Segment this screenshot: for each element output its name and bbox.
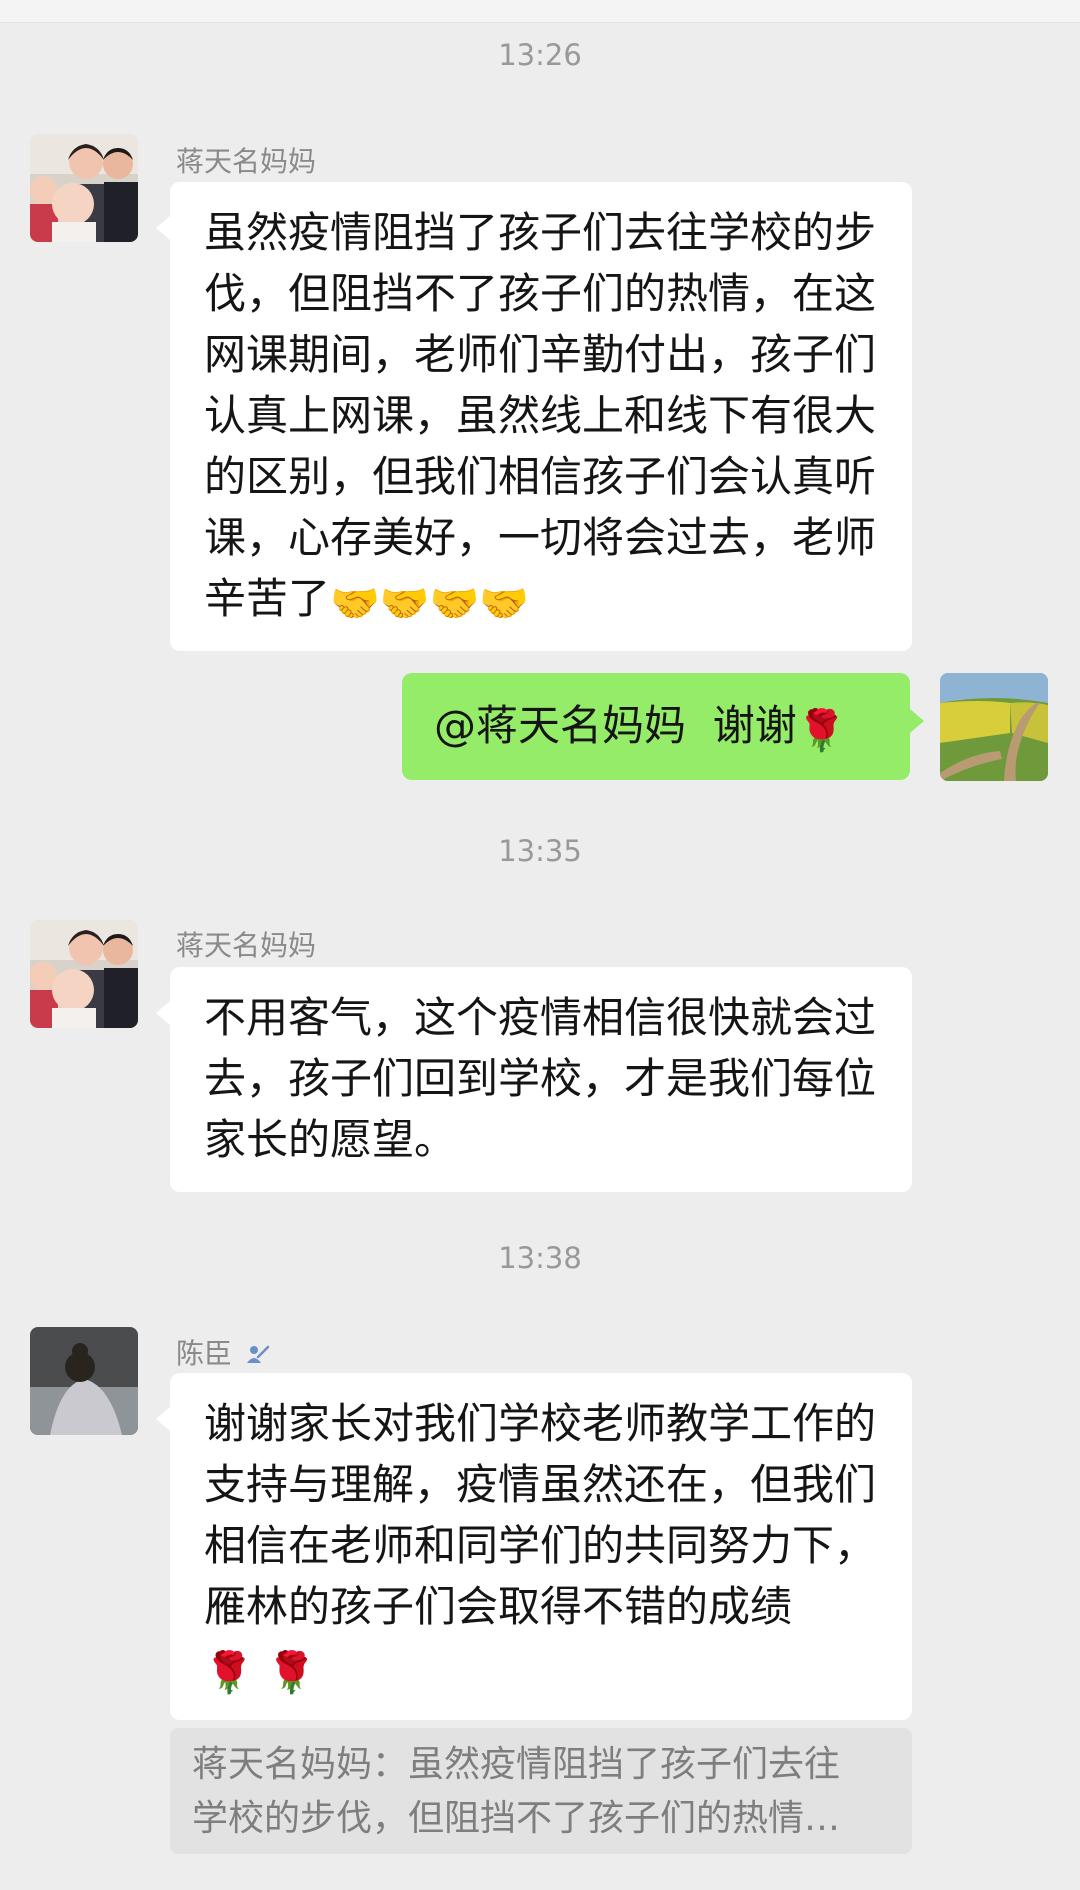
sender-name: 陈臣 <box>176 1332 270 1372</box>
message-text: 谢谢家长对我们学校老师教学工作的支持与理解，疫情虽然还在，但我们相信在老师和同学… <box>204 1399 877 1631</box>
message-bubble[interactable]: 谢谢家长对我们学校老师教学工作的支持与理解，疫情虽然还在，但我们相信在老师和同学… <box>156 1373 912 1720</box>
message-bubble[interactable]: 不用客气，这个疫情相信很快就会过去，孩子们回到学校，才是我们每位家长的愿望。 <box>156 967 912 1192</box>
handshake-emoji: 🤝🤝🤝🤝 <box>330 581 530 627</box>
avatar[interactable] <box>30 1327 138 1435</box>
my-avatar[interactable] <box>940 673 1048 781</box>
outgoing-message-bubble[interactable]: @蒋天名妈妈 谢谢🌹 <box>402 673 924 780</box>
message-bubble[interactable]: 虽然疫情阻挡了孩子们去往学校的步伐，但阻挡不了孩子们的热情，在这网课期间，老师们… <box>156 182 912 651</box>
message-text: 不用客气，这个疫情相信很快就会过去，孩子们回到学校，才是我们每位家长的愿望。 <box>204 993 877 1164</box>
timestamp: 13:26 <box>498 38 582 72</box>
avatar-field-path-photo <box>940 673 1048 781</box>
avatar[interactable] <box>30 920 138 1028</box>
sender-name: 蒋天名妈妈 <box>176 145 317 178</box>
avatar-family-photo <box>30 134 138 242</box>
rose-emoji: 🌹 🌹 <box>204 1650 317 1696</box>
avatar-woman-back-photo <box>30 1327 138 1435</box>
timestamp: 13:38 <box>498 1241 582 1275</box>
chat-window: 13:26 蒋天名妈妈 虽然疫情阻挡了孩子们去往学校的步伐，但阻挡不了孩子们的热… <box>0 0 1080 1890</box>
quoted-message[interactable]: 蒋天名妈妈：虽然疫情阻挡了孩子们去往 学校的步伐，但阻挡不了孩子们的热情… <box>170 1728 912 1854</box>
quote-text-line: 学校的步伐，但阻挡不了孩子们的热情… <box>192 1798 841 1839</box>
message-text: @蒋天名妈妈 谢谢 <box>434 701 797 750</box>
quote-text-line: 蒋天名妈妈：虽然疫情阻挡了孩子们去往 <box>192 1744 841 1785</box>
sender-name: 蒋天名妈妈 <box>176 929 317 962</box>
teacher-badge-icon <box>244 1339 270 1372</box>
sender-name-text: 陈臣 <box>176 1337 233 1370</box>
timestamp: 13:35 <box>498 834 582 868</box>
message-text: 虽然疫情阻挡了孩子们去往学校的步伐，但阻挡不了孩子们的热情，在这网课期间，老师们… <box>204 208 877 623</box>
avatar[interactable] <box>30 134 138 242</box>
top-divider <box>0 0 1080 23</box>
rose-emoji: 🌹 <box>796 708 847 754</box>
avatar-family-photo <box>30 920 138 1028</box>
